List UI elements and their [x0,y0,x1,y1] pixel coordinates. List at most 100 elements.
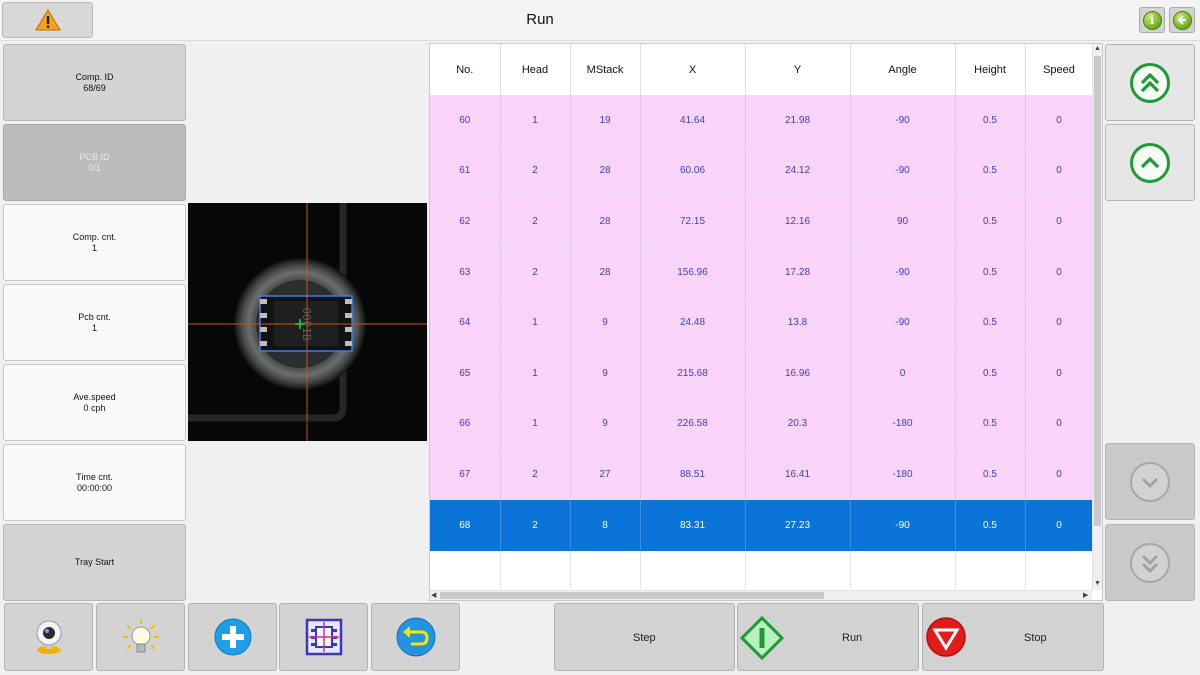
column-header[interactable]: Height [955,44,1026,95]
column-header[interactable]: Head [500,44,571,95]
stop-button[interactable]: Stop [922,603,1104,671]
info-icon: i [1142,10,1162,30]
table-cell: 0.5 [955,398,1026,450]
table-row[interactable]: 67 2 27 88.51 16.41 -180 0.5 0 [430,449,1094,501]
comp-id-value: 68/69 [83,82,106,93]
ave-speed-label: Ave.speed [73,391,116,402]
component-table[interactable]: No. Head MStack X Y Angle Height Speed 6… [429,43,1103,601]
run-label: Run [842,632,863,644]
warning-button[interactable] [2,2,93,38]
table-row[interactable]: 60 1 19 41.64 21.98 -90 0.5 0 [430,95,1094,147]
table-cell: 1 [500,398,571,450]
scroll-down-arrow[interactable]: ▼ [1094,580,1101,588]
vertical-scroll-thumb[interactable] [1094,56,1101,526]
table-cell: 2 [500,246,571,298]
table-row[interactable]: 65 1 9 215.68 16.96 0 0.5 0 [430,347,1094,400]
chevron-down-icon [1130,461,1170,502]
pcb-id-box: PCB ID 0/1 [3,124,186,201]
table-row-selected[interactable]: 68 2 8 83.31 27.23 -90 0.5 0 [430,499,1094,551]
table-cell: 2 [500,145,571,197]
table-cell: 0 [1025,347,1094,400]
table-cell: 0 [1025,297,1094,349]
info-button[interactable]: i [1139,7,1165,33]
page-down-button[interactable] [1105,524,1195,601]
table-row[interactable]: 62 2 28 72.15 12.16 90 0.5 0 [430,196,1094,248]
table-cell: -180 [850,398,956,450]
table-cell: 63 [430,246,501,298]
table-cell: 65 [430,347,501,400]
table-cell: 17.28 [745,246,851,298]
camera-image: 00PIB [188,203,427,441]
stop-label: Stop [1024,632,1047,644]
page-up-button[interactable] [1105,44,1195,121]
table-cell: -180 [850,449,956,501]
table-cell: 156.96 [640,246,746,298]
table-row[interactable]: 63 2 28 156.96 17.28 -90 0.5 0 [430,246,1094,298]
table-cell: 0 [1025,196,1094,248]
comp-cnt-box: Comp. cnt. 1 [3,204,186,281]
comp-id-box[interactable]: Comp. ID 68/69 [3,44,186,121]
table-cell: 0 [1025,95,1094,147]
table-cell: 0 [1025,499,1094,551]
table-cell: 215.68 [640,347,746,400]
tray-start-label: Tray Start [74,557,115,567]
camera-button[interactable] [4,603,93,671]
calibrate-icon [305,618,342,656]
table-cell: 72.15 [640,196,746,248]
row-down-button[interactable] [1105,443,1195,520]
table-cell: 0.5 [955,347,1026,400]
column-header[interactable]: Angle [850,44,956,95]
run-button[interactable]: Run [737,603,919,671]
table-cell: -90 [850,145,956,197]
run-icon [740,616,784,660]
table-cell: 1 [500,347,571,400]
time-cnt-value: 00:00:00 [76,482,113,493]
table-cell: 90 [850,196,956,248]
add-button[interactable] [188,603,277,671]
table-cell: 0 [1025,398,1094,450]
table-cell: 0 [1025,145,1094,197]
double-chevron-up-icon [1130,62,1170,103]
back-button[interactable] [1169,7,1195,33]
table-row[interactable]: 66 1 9 226.58 20.3 -180 0.5 0 [430,398,1094,450]
step-label: Step [633,632,656,644]
table-cell: 1 [500,297,571,349]
table-cell: -90 [850,95,956,147]
table-cell: -90 [850,499,956,551]
scroll-left-arrow[interactable]: ◀ [431,592,436,600]
column-header[interactable]: No. [430,44,501,95]
comp-cnt-value: 1 [91,242,97,253]
table-cell: 88.51 [640,449,746,501]
column-header[interactable]: Speed [1025,44,1094,95]
column-header[interactable]: Y [745,44,851,95]
row-up-button[interactable] [1105,124,1195,201]
table-cell: 27.23 [745,499,851,551]
step-button[interactable]: Step [554,603,735,671]
time-cnt-label: Time cnt. [76,471,113,482]
table-cell: 62 [430,196,501,248]
table-cell: 20.3 [745,398,851,450]
table-cell: 61 [430,145,501,197]
light-button[interactable] [96,603,185,671]
undo-button[interactable] [371,603,460,671]
table-cell: 60.06 [640,145,746,197]
column-header[interactable]: MStack [570,44,641,95]
table-row[interactable]: 61 2 28 60.06 24.12 -90 0.5 0 [430,145,1094,197]
table-cell: 64 [430,297,501,349]
table-row[interactable]: 64 1 9 24.48 13.8 -90 0.5 0 [430,297,1094,349]
ave-speed-box: Ave.speed 0 cph [3,364,186,441]
table-cell: 8 [570,499,641,551]
table-cell: 41.64 [640,95,746,147]
table-cell: 0.5 [955,196,1026,248]
tray-start-button[interactable]: Tray Start [3,524,186,601]
table-cell: 226.58 [640,398,746,450]
scroll-up-arrow[interactable]: ▲ [1094,45,1101,53]
column-header[interactable]: X [640,44,746,95]
calibrate-button[interactable] [279,603,368,671]
table-cell: 67 [430,449,501,501]
table-cell: 21.98 [745,95,851,147]
scroll-right-arrow[interactable]: ▶ [1083,592,1088,600]
stop-icon [926,617,966,657]
table-row-empty [430,550,1094,591]
horizontal-scroll-thumb[interactable] [440,592,824,599]
